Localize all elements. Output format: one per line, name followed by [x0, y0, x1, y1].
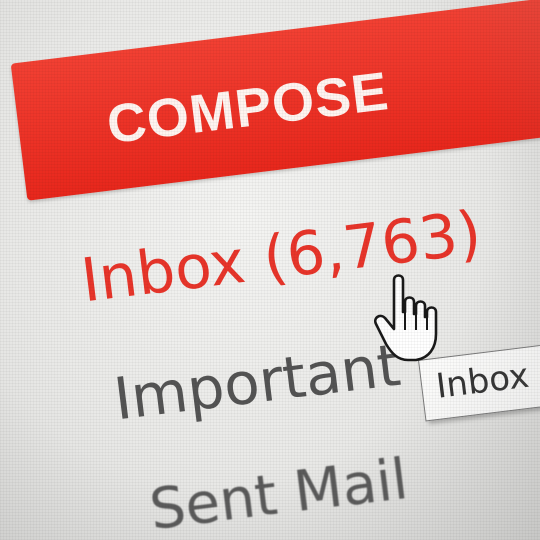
tooltip-text: Inbox: [433, 355, 532, 407]
mail-sidebar: COMPOSE Inbox (6,763) Important Sent Mai…: [0, 0, 540, 540]
sidebar-item-important[interactable]: Important: [110, 331, 404, 434]
sidebar-item-sent-mail[interactable]: Sent Mail: [146, 447, 411, 540]
compose-button[interactable]: COMPOSE: [10, 0, 540, 201]
mail-screen: COMPOSE Inbox (6,763) Important Sent Mai…: [0, 0, 540, 540]
compose-button-label: COMPOSE: [103, 61, 392, 156]
hand-pointer-icon: [374, 274, 438, 362]
